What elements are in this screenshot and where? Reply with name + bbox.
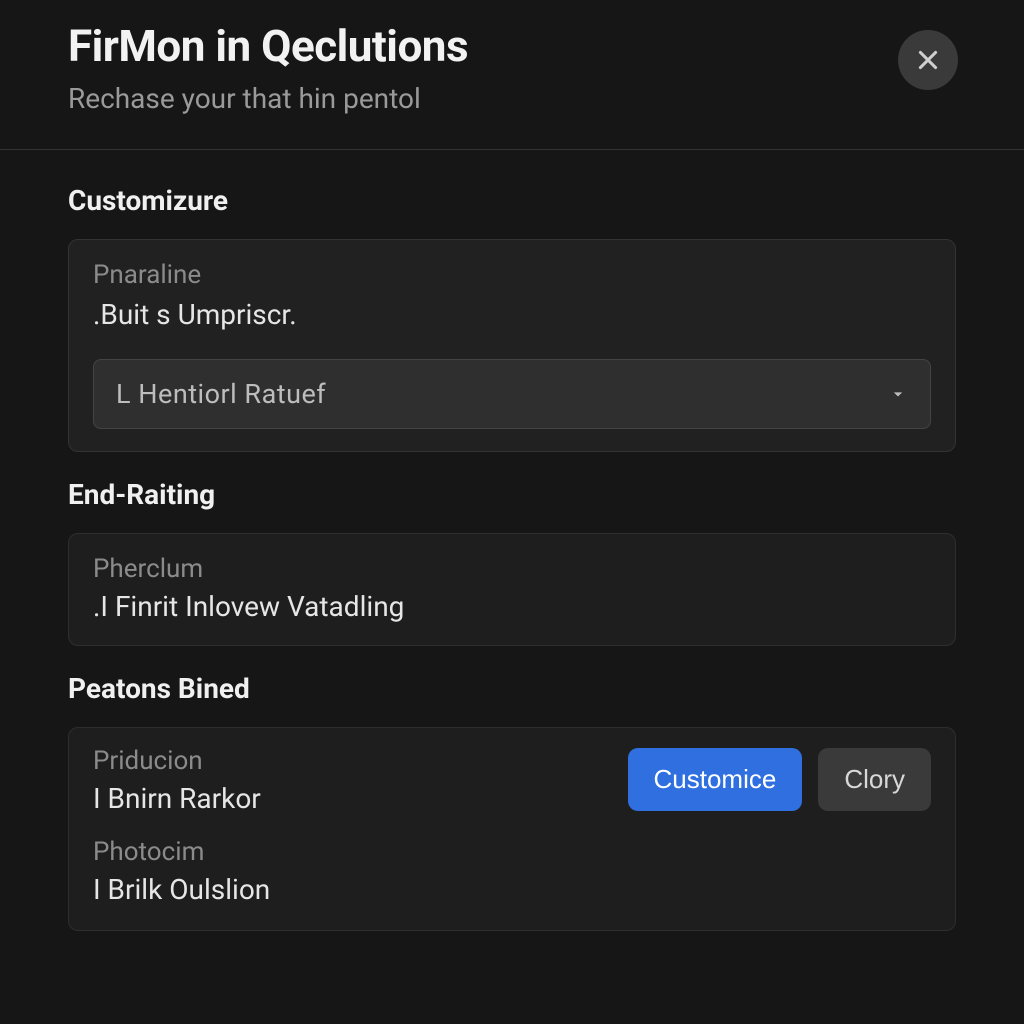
- close-button[interactable]: [898, 30, 958, 90]
- section-heading-peatons: Peatons Bined: [68, 672, 956, 705]
- section-heading-customize: Customizure: [68, 184, 956, 217]
- modal-body: Customizure Pnaraline .Buit s Umpriscr. …: [0, 150, 1024, 951]
- peatons-item1-label: Priducion: [93, 746, 261, 776]
- modal-header: FirMon in Qeclutions Rechase your that h…: [0, 0, 1024, 150]
- clory-button[interactable]: Clory: [818, 748, 931, 811]
- peatons-item1-value: I Bnirn Rarkor: [93, 782, 261, 815]
- peatons-row-2: Photocim I Brilk Oulslion: [93, 837, 931, 906]
- customize-card: Pnaraline .Buit s Umpriscr. L Hentiorl R…: [68, 239, 956, 452]
- peatons-item2-value: I Brilk Oulslion: [93, 873, 931, 906]
- customize-select[interactable]: L Hentiorl Ratuef: [93, 359, 931, 429]
- peatons-card: Priducion I Bnirn Rarkor Customice Clory…: [68, 727, 956, 931]
- peatons-row-1: Priducion I Bnirn Rarkor Customice Clory: [93, 746, 931, 815]
- modal-title: FirMon in Qeclutions: [68, 20, 956, 72]
- settings-modal: FirMon in Qeclutions Rechase your that h…: [0, 0, 1024, 1024]
- customize-button[interactable]: Customice: [628, 748, 803, 811]
- peatons-item2-label: Photocim: [93, 837, 931, 867]
- customize-field-label: Pnaraline: [93, 260, 931, 290]
- section-heading-end-rating: End-Raiting: [68, 478, 956, 511]
- end-rating-card: Pherclum .I Finrit Inlovew Vatadling: [68, 533, 956, 646]
- peatons-row-1-left: Priducion I Bnirn Rarkor: [93, 746, 261, 815]
- customize-field-value: .Buit s Umpriscr.: [93, 298, 931, 331]
- modal-subtitle: Rechase your that hin pentol: [68, 82, 956, 115]
- chevron-down-icon: [888, 384, 908, 404]
- end-rating-field-label: Pherclum: [93, 554, 931, 584]
- end-rating-field-value: .I Finrit Inlovew Vatadling: [93, 590, 931, 623]
- select-value: L Hentiorl Ratuef: [116, 378, 326, 410]
- peatons-button-row: Customice Clory: [628, 748, 932, 811]
- close-icon: [915, 47, 941, 73]
